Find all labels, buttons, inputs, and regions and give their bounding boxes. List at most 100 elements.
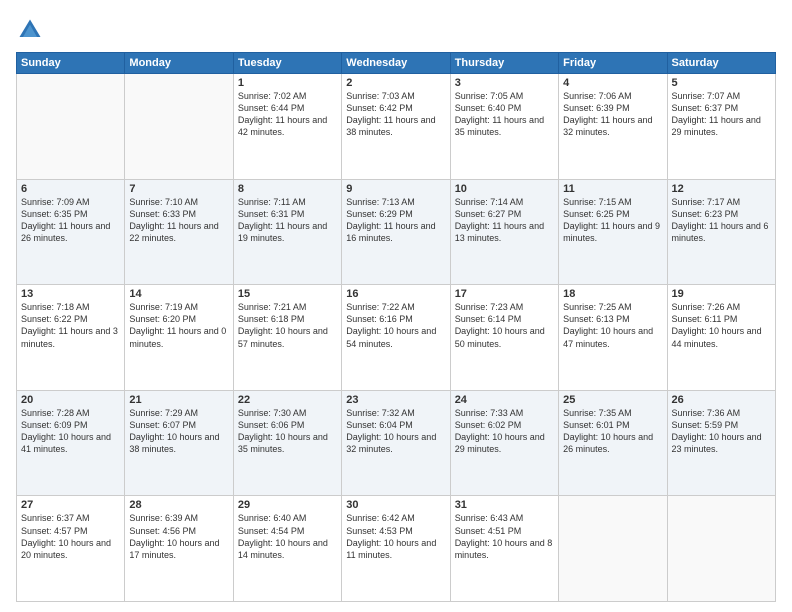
calendar-cell: 25Sunrise: 7:35 AMSunset: 6:01 PMDayligh…	[559, 390, 667, 496]
weekday-header: Sunday	[17, 53, 125, 74]
day-detail: Sunrise: 7:26 AMSunset: 6:11 PMDaylight:…	[672, 302, 762, 348]
day-detail: Sunrise: 6:39 AMSunset: 4:56 PMDaylight:…	[129, 513, 219, 559]
day-detail: Sunrise: 6:37 AMSunset: 4:57 PMDaylight:…	[21, 513, 111, 559]
day-number: 24	[455, 394, 554, 406]
calendar-cell	[667, 496, 775, 602]
day-number: 30	[346, 499, 445, 511]
day-detail: Sunrise: 7:11 AMSunset: 6:31 PMDaylight:…	[238, 197, 327, 243]
day-number: 8	[238, 183, 337, 195]
day-number: 17	[455, 288, 554, 300]
day-detail: Sunrise: 7:23 AMSunset: 6:14 PMDaylight:…	[455, 302, 545, 348]
day-number: 1	[238, 77, 337, 89]
day-number: 6	[21, 183, 120, 195]
day-number: 20	[21, 394, 120, 406]
calendar-cell: 5Sunrise: 7:07 AMSunset: 6:37 PMDaylight…	[667, 74, 775, 180]
day-number: 7	[129, 183, 228, 195]
weekday-header: Monday	[125, 53, 233, 74]
day-detail: Sunrise: 7:06 AMSunset: 6:39 PMDaylight:…	[563, 91, 652, 137]
calendar-cell: 19 Sunrise: 7:26 AMSunset: 6:11 PMDayligh…	[667, 285, 775, 391]
day-detail: Sunrise: 7:29 AMSunset: 6:07 PMDaylight:…	[129, 408, 219, 454]
calendar-week-row: 27 Sunrise: 6:37 AMSunset: 4:57 PMDayligh…	[17, 496, 776, 602]
page: SundayMondayTuesdayWednesdayThursdayFrid…	[0, 0, 792, 612]
day-number: 10	[455, 183, 554, 195]
calendar-cell: 14 Sunrise: 7:19 AMSunset: 6:20 PMDayligh…	[125, 285, 233, 391]
calendar-cell: 30 Sunrise: 6:42 AMSunset: 4:53 PMDayligh…	[342, 496, 450, 602]
calendar-cell: 7 Sunrise: 7:10 AMSunset: 6:33 PMDaylight…	[125, 179, 233, 285]
day-number: 18	[563, 288, 662, 300]
calendar-cell	[17, 74, 125, 180]
day-number: 14	[129, 288, 228, 300]
day-detail: Sunrise: 7:15 AMSunset: 6:25 PMDaylight:…	[563, 197, 660, 243]
calendar-cell: 12 Sunrise: 7:17 AMSunset: 6:23 PMDayligh…	[667, 179, 775, 285]
calendar-cell	[125, 74, 233, 180]
calendar-cell: 6 Sunrise: 7:09 AMSunset: 6:35 PMDaylight…	[17, 179, 125, 285]
day-detail: Sunrise: 7:33 AMSunset: 6:02 PMDaylight:…	[455, 408, 545, 454]
calendar-cell: 10 Sunrise: 7:14 AMSunset: 6:27 PMDayligh…	[450, 179, 558, 285]
day-detail: Sunrise: 7:30 AMSunset: 6:06 PMDaylight:…	[238, 408, 328, 454]
day-detail: Sunrise: 7:09 AMSunset: 6:35 PMDaylight:…	[21, 197, 110, 243]
calendar-cell: 20 Sunrise: 7:28 AMSunset: 6:09 PMDayligh…	[17, 390, 125, 496]
day-detail: Sunrise: 6:40 AMSunset: 4:54 PMDaylight:…	[238, 513, 328, 559]
day-number: 2	[346, 77, 445, 89]
day-number: 27	[21, 499, 120, 511]
calendar-cell: 18 Sunrise: 7:25 AMSunset: 6:13 PMDayligh…	[559, 285, 667, 391]
day-number: 28	[129, 499, 228, 511]
calendar-week-row: 1Sunrise: 7:02 AMSunset: 6:44 PMDaylight…	[17, 74, 776, 180]
day-number: 31	[455, 499, 554, 511]
calendar-cell: 9 Sunrise: 7:13 AMSunset: 6:29 PMDaylight…	[342, 179, 450, 285]
day-detail: Sunrise: 7:36 AMSunset: 5:59 PMDaylight:…	[672, 408, 762, 454]
day-detail: Sunrise: 7:03 AMSunset: 6:42 PMDaylight:…	[346, 91, 435, 137]
day-number: 12	[672, 183, 771, 195]
day-number: 11	[563, 183, 662, 195]
day-number: 9	[346, 183, 445, 195]
day-detail: Sunrise: 7:18 AMSunset: 6:22 PMDaylight:…	[21, 302, 118, 348]
day-detail: Sunrise: 7:13 AMSunset: 6:29 PMDaylight:…	[346, 197, 435, 243]
weekday-header: Wednesday	[342, 53, 450, 74]
calendar-table: SundayMondayTuesdayWednesdayThursdayFrid…	[16, 52, 776, 602]
calendar-cell: 15Sunrise: 7:21 AMSunset: 6:18 PMDayligh…	[233, 285, 341, 391]
calendar-cell: 29 Sunrise: 6:40 AMSunset: 4:54 PMDayligh…	[233, 496, 341, 602]
header	[16, 16, 776, 44]
day-number: 23	[346, 394, 445, 406]
day-detail: Sunrise: 7:28 AMSunset: 6:09 PMDaylight:…	[21, 408, 111, 454]
calendar-cell: 13 Sunrise: 7:18 AMSunset: 6:22 PMDayligh…	[17, 285, 125, 391]
calendar-header-row: SundayMondayTuesdayWednesdayThursdayFrid…	[17, 53, 776, 74]
day-number: 13	[21, 288, 120, 300]
day-detail: Sunrise: 7:25 AMSunset: 6:13 PMDaylight:…	[563, 302, 653, 348]
logo-icon	[16, 16, 44, 44]
day-number: 19	[672, 288, 771, 300]
day-detail: Sunrise: 6:42 AMSunset: 4:53 PMDaylight:…	[346, 513, 436, 559]
calendar-week-row: 6 Sunrise: 7:09 AMSunset: 6:35 PMDaylight…	[17, 179, 776, 285]
weekday-header: Saturday	[667, 53, 775, 74]
day-number: 21	[129, 394, 228, 406]
day-detail: Sunrise: 7:19 AMSunset: 6:20 PMDaylight:…	[129, 302, 226, 348]
day-number: 5	[672, 77, 771, 89]
calendar-cell: 2 Sunrise: 7:03 AMSunset: 6:42 PMDaylight…	[342, 74, 450, 180]
day-number: 16	[346, 288, 445, 300]
day-detail: Sunrise: 7:35 AMSunset: 6:01 PMDaylight:…	[563, 408, 653, 454]
day-detail: Sunrise: 6:43 AMSunset: 4:51 PMDaylight:…	[455, 513, 553, 559]
calendar-cell: 17 Sunrise: 7:23 AMSunset: 6:14 PMDayligh…	[450, 285, 558, 391]
weekday-header: Tuesday	[233, 53, 341, 74]
day-detail: Sunrise: 7:22 AMSunset: 6:16 PMDaylight:…	[346, 302, 436, 348]
calendar-cell: 27 Sunrise: 6:37 AMSunset: 4:57 PMDayligh…	[17, 496, 125, 602]
day-number: 3	[455, 77, 554, 89]
calendar-week-row: 20 Sunrise: 7:28 AMSunset: 6:09 PMDayligh…	[17, 390, 776, 496]
day-number: 29	[238, 499, 337, 511]
calendar-cell: 16 Sunrise: 7:22 AMSunset: 6:16 PMDayligh…	[342, 285, 450, 391]
calendar-cell: 23 Sunrise: 7:32 AMSunset: 6:04 PMDayligh…	[342, 390, 450, 496]
day-detail: Sunrise: 7:17 AMSunset: 6:23 PMDaylight:…	[672, 197, 769, 243]
day-detail: Sunrise: 7:10 AMSunset: 6:33 PMDaylight:…	[129, 197, 218, 243]
day-detail: Sunrise: 7:14 AMSunset: 6:27 PMDaylight:…	[455, 197, 544, 243]
weekday-header: Friday	[559, 53, 667, 74]
day-number: 26	[672, 394, 771, 406]
calendar-cell: 3 Sunrise: 7:05 AMSunset: 6:40 PMDaylight…	[450, 74, 558, 180]
calendar-cell: 28 Sunrise: 6:39 AMSunset: 4:56 PMDayligh…	[125, 496, 233, 602]
day-detail: Sunrise: 7:05 AMSunset: 6:40 PMDaylight:…	[455, 91, 544, 137]
calendar-cell: 21 Sunrise: 7:29 AMSunset: 6:07 PMDayligh…	[125, 390, 233, 496]
calendar-cell: 8 Sunrise: 7:11 AMSunset: 6:31 PMDaylight…	[233, 179, 341, 285]
day-number: 4	[563, 77, 662, 89]
calendar-week-row: 13 Sunrise: 7:18 AMSunset: 6:22 PMDayligh…	[17, 285, 776, 391]
day-detail: Sunrise: 7:32 AMSunset: 6:04 PMDaylight:…	[346, 408, 436, 454]
calendar-cell: 11 Sunrise: 7:15 AMSunset: 6:25 PMDayligh…	[559, 179, 667, 285]
